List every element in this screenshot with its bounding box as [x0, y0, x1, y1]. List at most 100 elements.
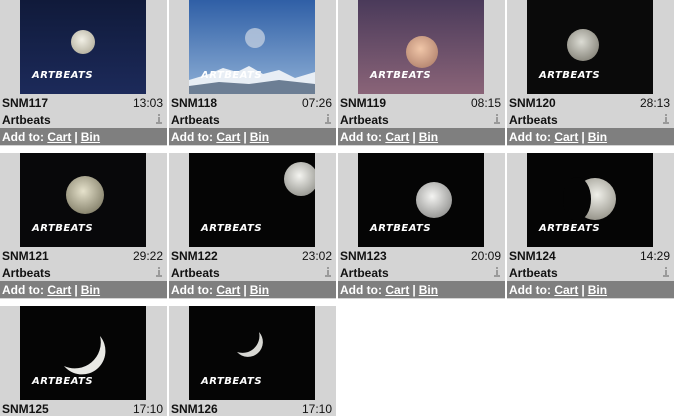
info-icon[interactable]	[662, 267, 670, 277]
clip-thumbnail[interactable]: ARTBEATS	[189, 0, 315, 94]
add-to-label: Add to:	[171, 130, 213, 144]
info-icon[interactable]	[662, 114, 670, 124]
add-to-cart-link[interactable]: Cart	[554, 130, 578, 144]
add-to-cart-link[interactable]: Cart	[47, 283, 71, 297]
watermark: ARTBEATS	[201, 70, 263, 81]
add-to-bar: Add to: Cart | Bin	[169, 281, 336, 298]
add-to-bar: Add to: Cart | Bin	[169, 128, 336, 145]
clip-code: SNM124	[509, 249, 556, 263]
clip-card: ARTBEATS SNM126 17:10	[169, 306, 336, 416]
separator: |	[74, 130, 78, 144]
clip-duration: 13:03	[132, 96, 163, 110]
add-to-bar: Add to: Cart | Bin	[338, 128, 505, 145]
clip-duration: 08:15	[470, 96, 501, 110]
add-to-bin-link[interactable]: Bin	[81, 130, 100, 144]
clip-vendor: Artbeats	[509, 113, 558, 127]
add-to-bin-link[interactable]: Bin	[419, 130, 438, 144]
info-icon[interactable]	[324, 267, 332, 277]
clip-card: ARTBEATS SNM123 20:09 Artbeats Add to: Ca…	[338, 153, 505, 299]
add-to-label: Add to:	[340, 283, 382, 297]
watermark: ARTBEATS	[32, 223, 94, 234]
clip-code: SNM126	[171, 402, 218, 416]
add-to-label: Add to:	[2, 130, 44, 144]
clip-card: ARTBEATS SNM120 28:13 Artbeats Add to: Ca…	[507, 0, 674, 146]
add-to-cart-link[interactable]: Cart	[216, 130, 240, 144]
clip-vendor: Artbeats	[340, 266, 389, 280]
separator: |	[243, 130, 247, 144]
clip-code: SNM119	[340, 96, 387, 110]
clip-thumbnail[interactable]: ARTBEATS	[189, 306, 315, 400]
clip-code: SNM118	[171, 96, 218, 110]
separator: |	[412, 130, 416, 144]
add-to-cart-link[interactable]: Cart	[216, 283, 240, 297]
watermark: ARTBEATS	[32, 70, 94, 81]
clip-duration: 23:02	[301, 249, 332, 263]
add-to-bin-link[interactable]: Bin	[588, 283, 607, 297]
add-to-bar: Add to: Cart | Bin	[507, 128, 674, 145]
watermark: ARTBEATS	[539, 70, 601, 81]
clip-thumbnail[interactable]: ARTBEATS	[189, 153, 315, 247]
clip-vendor: Artbeats	[340, 113, 389, 127]
clip-code: SNM121	[2, 249, 49, 263]
watermark: ARTBEATS	[201, 376, 263, 387]
clip-vendor: Artbeats	[2, 113, 51, 127]
clip-thumbnail[interactable]: ARTBEATS	[358, 0, 484, 94]
add-to-bar: Add to: Cart | Bin	[338, 281, 505, 298]
add-to-bin-link[interactable]: Bin	[250, 283, 269, 297]
watermark: ARTBEATS	[32, 376, 94, 387]
add-to-bin-link[interactable]: Bin	[81, 283, 100, 297]
clip-duration: 17:10	[301, 402, 332, 416]
clip-duration: 29:22	[132, 249, 163, 263]
watermark: ARTBEATS	[370, 223, 432, 234]
clip-duration: 28:13	[639, 96, 670, 110]
clip-card: ARTBEATS SNM125 17:10	[0, 306, 167, 416]
clip-card: ARTBEATS SNM124 14:29 Artbeats Add to: Ca…	[507, 153, 674, 299]
add-to-label: Add to:	[509, 283, 551, 297]
add-to-label: Add to:	[2, 283, 44, 297]
add-to-cart-link[interactable]: Cart	[385, 130, 409, 144]
clip-thumbnail[interactable]: ARTBEATS	[20, 153, 146, 247]
watermark: ARTBEATS	[539, 223, 601, 234]
clip-card: ARTBEATS SNM119 08:15 Artbeats Add to: Ca…	[338, 0, 505, 146]
clip-vendor: Artbeats	[171, 113, 220, 127]
add-to-cart-link[interactable]: Cart	[385, 283, 409, 297]
clip-card: ARTBEATS SNM118 07:26 Artbeats Add to: Ca…	[169, 0, 336, 146]
clip-thumbnail[interactable]: ARTBEATS	[20, 306, 146, 400]
clip-code: SNM125	[2, 402, 49, 416]
clip-grid: ARTBEATS SNM117 13:03 Artbeats Add to: Ca…	[0, 0, 675, 416]
separator: |	[74, 283, 78, 297]
clip-thumbnail[interactable]: ARTBEATS	[527, 0, 653, 94]
info-icon[interactable]	[155, 114, 163, 124]
info-icon[interactable]	[493, 114, 501, 124]
clip-card: ARTBEATS SNM117 13:03 Artbeats Add to: Ca…	[0, 0, 167, 146]
clip-card: ARTBEATS SNM121 29:22 Artbeats Add to: Ca…	[0, 153, 167, 299]
add-to-bin-link[interactable]: Bin	[419, 283, 438, 297]
info-icon[interactable]	[324, 114, 332, 124]
add-to-cart-link[interactable]: Cart	[554, 283, 578, 297]
add-to-bin-link[interactable]: Bin	[588, 130, 607, 144]
add-to-label: Add to:	[509, 130, 551, 144]
clip-duration: 14:29	[639, 249, 670, 263]
add-to-bar: Add to: Cart | Bin	[0, 281, 167, 298]
clip-code: SNM122	[171, 249, 218, 263]
clip-duration: 07:26	[301, 96, 332, 110]
add-to-cart-link[interactable]: Cart	[47, 130, 71, 144]
add-to-label: Add to:	[171, 283, 213, 297]
clip-duration: 20:09	[470, 249, 501, 263]
info-icon[interactable]	[493, 267, 501, 277]
clip-thumbnail[interactable]: ARTBEATS	[20, 0, 146, 94]
watermark: ARTBEATS	[370, 70, 432, 81]
clip-duration: 17:10	[132, 402, 163, 416]
add-to-bin-link[interactable]: Bin	[250, 130, 269, 144]
clip-code: SNM120	[509, 96, 556, 110]
add-to-bar: Add to: Cart | Bin	[507, 281, 674, 298]
add-to-label: Add to:	[340, 130, 382, 144]
separator: |	[412, 283, 416, 297]
add-to-bar: Add to: Cart | Bin	[0, 128, 167, 145]
separator: |	[243, 283, 247, 297]
separator: |	[581, 283, 585, 297]
clip-vendor: Artbeats	[171, 266, 220, 280]
clip-thumbnail[interactable]: ARTBEATS	[358, 153, 484, 247]
info-icon[interactable]	[155, 267, 163, 277]
clip-thumbnail[interactable]: ARTBEATS	[527, 153, 653, 247]
